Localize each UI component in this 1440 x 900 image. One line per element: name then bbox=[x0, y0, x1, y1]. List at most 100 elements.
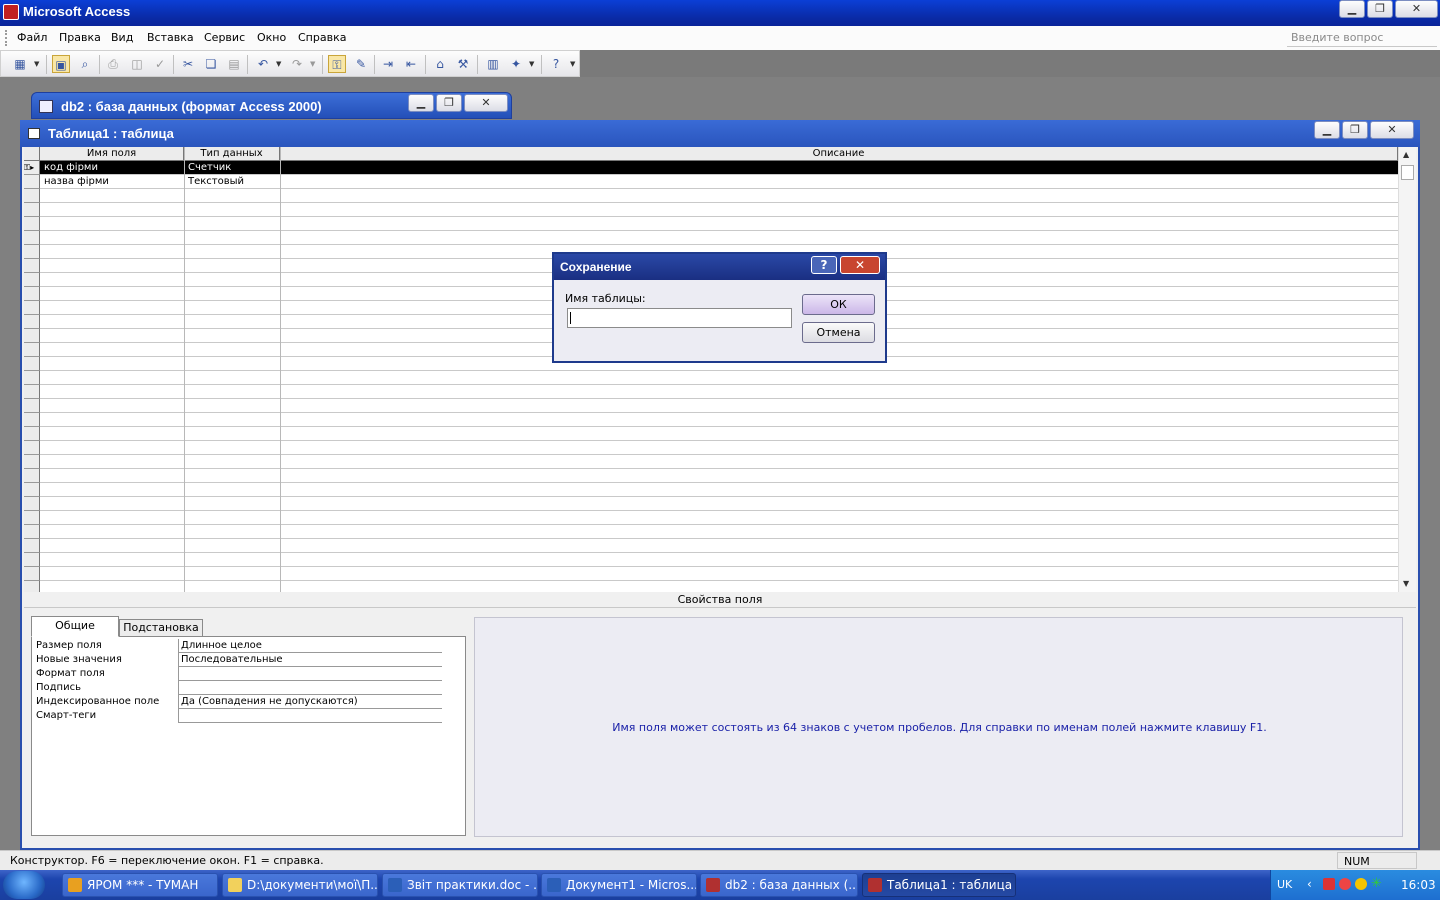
new-object-icon[interactable]: ✦ bbox=[507, 55, 525, 73]
row-selector[interactable] bbox=[24, 427, 40, 441]
tab-general[interactable]: Общие bbox=[31, 616, 119, 637]
grid-row[interactable] bbox=[24, 567, 1398, 581]
row-selector[interactable] bbox=[24, 203, 40, 217]
table-name-input[interactable] bbox=[567, 308, 792, 328]
grid-row[interactable] bbox=[24, 525, 1398, 539]
taskbar-item[interactable]: Документ1 - Micros... bbox=[541, 873, 697, 897]
help-icon[interactable]: ? bbox=[547, 55, 565, 73]
menu-view[interactable]: Вид bbox=[111, 31, 133, 44]
grid-row[interactable]: назва фірми Текстовый bbox=[24, 175, 1398, 189]
grid-row[interactable] bbox=[24, 189, 1398, 203]
grid-row[interactable]: ⚿▸ код фірми Счетчик bbox=[24, 161, 1398, 175]
row-selector[interactable] bbox=[24, 231, 40, 245]
grid-row[interactable] bbox=[24, 483, 1398, 497]
grid-row[interactable] bbox=[24, 217, 1398, 231]
row-selector[interactable] bbox=[24, 525, 40, 539]
table-restore-button[interactable]: ❐ bbox=[1342, 121, 1368, 139]
grid-row[interactable] bbox=[24, 231, 1398, 245]
insert-rows-icon[interactable]: ⇥ bbox=[379, 55, 397, 73]
tray-app-icon[interactable] bbox=[1323, 878, 1335, 890]
help-question-input[interactable]: Введите вопрос bbox=[1287, 29, 1437, 47]
cut-icon[interactable]: ✂ bbox=[179, 55, 197, 73]
tray-messenger-icon[interactable] bbox=[1339, 878, 1351, 890]
property-value[interactable]: Последовательные bbox=[178, 653, 442, 667]
row-selector[interactable] bbox=[24, 511, 40, 525]
table-minimize-button[interactable]: ▁ bbox=[1314, 121, 1340, 139]
taskbar-item[interactable]: db2 : база данных (... bbox=[700, 873, 858, 897]
language-indicator[interactable]: UK bbox=[1277, 878, 1292, 891]
db-restore-button[interactable]: ❐ bbox=[436, 94, 462, 112]
cell-description[interactable] bbox=[282, 175, 1382, 188]
scroll-down-icon[interactable]: ▼ bbox=[1403, 579, 1409, 588]
property-value[interactable]: Да (Совпадения не допускаются) bbox=[178, 695, 442, 709]
taskbar-item[interactable]: ЯРОМ *** - ТУМАН bbox=[62, 873, 218, 897]
cell-field-name[interactable]: код фірми bbox=[42, 161, 182, 174]
undo-dropdown-icon[interactable]: ▼ bbox=[276, 55, 281, 73]
row-selector[interactable] bbox=[24, 371, 40, 385]
taskbar-item[interactable]: Звіт практики.doc - ... bbox=[382, 873, 538, 897]
taskbar-item[interactable]: D:\документи\мої\П... bbox=[222, 873, 378, 897]
grid-row[interactable] bbox=[24, 497, 1398, 511]
menu-help[interactable]: Справка bbox=[298, 31, 346, 44]
grid-row[interactable] bbox=[24, 539, 1398, 553]
clock[interactable]: 16:03 bbox=[1401, 878, 1436, 892]
grid-row[interactable] bbox=[24, 441, 1398, 455]
grid-row[interactable] bbox=[24, 203, 1398, 217]
restore-app-button[interactable]: ❐ bbox=[1367, 0, 1393, 18]
cancel-button[interactable]: Отмена bbox=[802, 322, 875, 343]
menu-tools[interactable]: Сервис bbox=[204, 31, 245, 44]
menu-insert[interactable]: Вставка bbox=[147, 31, 194, 44]
db-close-button[interactable]: ✕ bbox=[464, 94, 508, 112]
row-selector[interactable] bbox=[24, 175, 40, 189]
new-object-dropdown-icon[interactable]: ▼ bbox=[529, 55, 534, 73]
row-selector[interactable] bbox=[24, 259, 40, 273]
minimize-app-button[interactable]: ▁ bbox=[1339, 0, 1365, 18]
primary-key-icon[interactable]: ⚿ bbox=[328, 55, 346, 73]
redo-dropdown-icon[interactable]: ▼ bbox=[310, 55, 315, 73]
save-icon[interactable]: ▣ bbox=[52, 55, 70, 73]
table-window-title-bar[interactable]: Таблица1 : таблица ▁ ❐ ✕ bbox=[20, 120, 1420, 147]
tab-lookup[interactable]: Подстановка bbox=[119, 619, 203, 637]
db-minimize-button[interactable]: ▁ bbox=[408, 94, 434, 112]
row-selector[interactable] bbox=[24, 329, 40, 343]
row-selector[interactable] bbox=[24, 553, 40, 567]
taskbar-item[interactable]: Таблица1 : таблица bbox=[862, 873, 1016, 897]
dialog-close-icon[interactable]: ✕ bbox=[840, 256, 880, 274]
grid-row[interactable] bbox=[24, 469, 1398, 483]
row-selector[interactable]: ⚿▸ bbox=[24, 161, 40, 175]
table-close-button[interactable]: ✕ bbox=[1370, 121, 1414, 139]
property-value[interactable] bbox=[178, 709, 442, 723]
cell-field-name[interactable]: назва фірми bbox=[42, 175, 182, 188]
row-selector[interactable] bbox=[24, 217, 40, 231]
database-window[interactable]: db2 : база данных (формат Access 2000) ▁… bbox=[31, 92, 512, 119]
tray-expand-icon[interactable]: ‹ bbox=[1307, 877, 1312, 891]
row-selector[interactable] bbox=[24, 483, 40, 497]
grid-vertical-scrollbar[interactable]: ▲ ▼ bbox=[1398, 147, 1416, 592]
grid-row[interactable] bbox=[24, 371, 1398, 385]
row-selector[interactable] bbox=[24, 245, 40, 259]
undo-icon[interactable]: ↶ bbox=[254, 55, 272, 73]
tray-smiley-icon[interactable] bbox=[1355, 878, 1367, 890]
row-selector[interactable] bbox=[24, 469, 40, 483]
cell-description[interactable] bbox=[282, 161, 1382, 174]
row-selector[interactable] bbox=[24, 497, 40, 511]
grid-row[interactable] bbox=[24, 413, 1398, 427]
row-selector[interactable] bbox=[24, 189, 40, 203]
copy-icon[interactable]: ❏ bbox=[202, 55, 220, 73]
row-selector[interactable] bbox=[24, 581, 40, 592]
spelling-icon[interactable]: ✓ bbox=[151, 55, 169, 73]
view-dropdown-icon[interactable]: ▼ bbox=[34, 55, 39, 73]
grid-row[interactable] bbox=[24, 455, 1398, 469]
row-selector[interactable] bbox=[24, 567, 40, 581]
property-value[interactable]: Длинное целое bbox=[178, 639, 442, 653]
indexes-icon[interactable]: ✎ bbox=[352, 55, 370, 73]
grid-row[interactable] bbox=[24, 399, 1398, 413]
row-selector[interactable] bbox=[24, 315, 40, 329]
grid-row[interactable] bbox=[24, 511, 1398, 525]
row-selector[interactable] bbox=[24, 343, 40, 357]
database-window-icon[interactable]: ▥ bbox=[484, 55, 502, 73]
row-selector[interactable] bbox=[24, 357, 40, 371]
menu-edit[interactable]: Правка bbox=[59, 31, 101, 44]
row-selector[interactable] bbox=[24, 385, 40, 399]
row-selector[interactable] bbox=[24, 301, 40, 315]
